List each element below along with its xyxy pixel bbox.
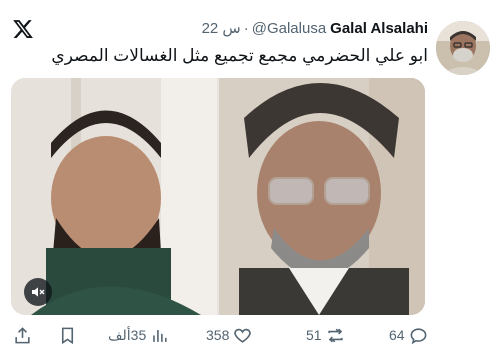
- reply-button[interactable]: 64: [385, 322, 428, 348]
- reposts-count: 51: [306, 327, 322, 343]
- like-button[interactable]: 358: [202, 322, 252, 348]
- repost-button[interactable]: 51: [302, 322, 345, 348]
- views-count: 35ألف: [108, 326, 147, 343]
- reply-icon: [410, 327, 426, 344]
- tweet-timestamp[interactable]: 22 س: [202, 20, 241, 37]
- bookmark-icon: [61, 327, 74, 344]
- tweet-actions: 35ألف 358 51 64: [0, 322, 500, 348]
- video-frame-right: [219, 78, 425, 315]
- tweet-card[interactable]: 22 س · @Galalusa Galal Alsalahi ابو علي الح…: [0, 0, 500, 361]
- views-chart-icon: [153, 329, 167, 342]
- repost-icon: [327, 328, 343, 342]
- tweet-text: ابو علي الحضرمي مجمع تجميع مثل الغسالات …: [51, 46, 428, 65]
- replies-count: 64: [389, 327, 405, 343]
- heart-icon: [234, 328, 252, 343]
- mute-button[interactable]: [24, 278, 52, 306]
- bookmark-button[interactable]: [58, 322, 77, 348]
- author-display-name[interactable]: Galal Alsalahi: [330, 20, 428, 37]
- tweet-header: 22 س · @Galalusa Galal Alsalahi: [202, 19, 428, 39]
- views-button[interactable]: 35ألف: [104, 322, 169, 348]
- likes-count: 358: [206, 327, 230, 343]
- avatar[interactable]: [436, 21, 490, 75]
- speaker-muted-icon: [32, 287, 45, 297]
- video-player[interactable]: [11, 78, 425, 315]
- x-logo-icon[interactable]: [12, 18, 34, 40]
- share-icon: [15, 326, 30, 343]
- author-handle[interactable]: @Galalusa: [252, 20, 326, 37]
- share-button[interactable]: [13, 322, 32, 348]
- separator-dot: ·: [243, 20, 249, 37]
